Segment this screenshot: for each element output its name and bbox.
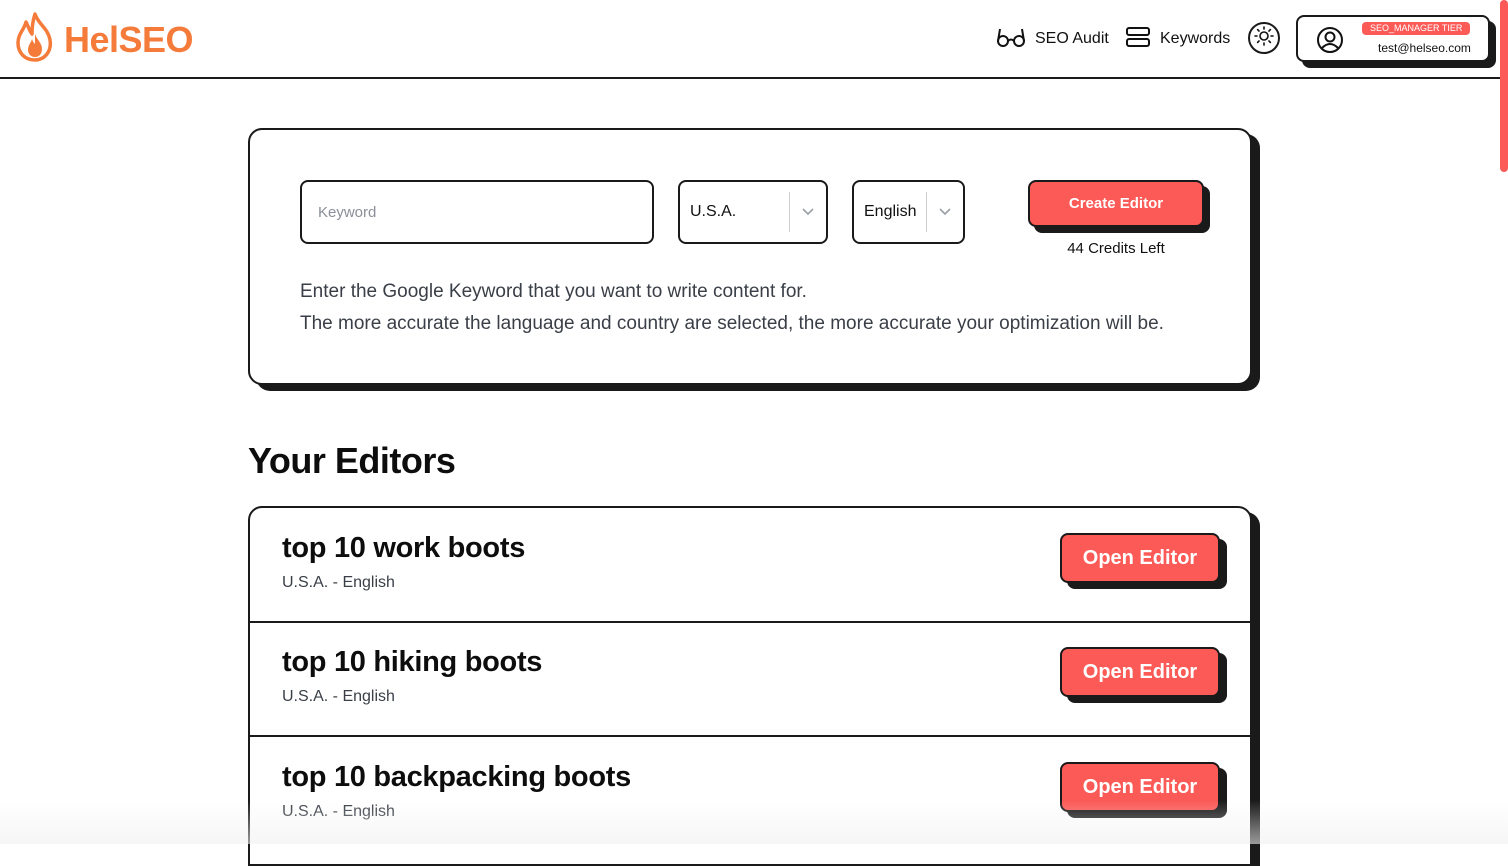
flame-icon: [12, 12, 58, 67]
glasses-icon: [997, 27, 1025, 52]
editor-meta: U.S.A. - English: [282, 803, 395, 820]
chevron-down-icon: [927, 208, 963, 216]
chevron-down-icon: [790, 208, 826, 216]
nav-seo-audit-label: SEO Audit: [1035, 30, 1109, 47]
country-select[interactable]: U.S.A.: [678, 180, 828, 244]
help-line-1: Enter the Google Keyword that you want t…: [300, 281, 807, 302]
keyword-input[interactable]: [300, 180, 654, 244]
nav-keywords-label: Keywords: [1160, 30, 1231, 47]
editor-row: top 10 hiking boots U.S.A. - English Ope…: [250, 622, 1250, 737]
open-editor-button[interactable]: Open Editor: [1060, 762, 1220, 812]
editor-row: top 10 backpacking boots U.S.A. - Englis…: [250, 737, 1250, 852]
sun-icon: [1254, 25, 1274, 51]
open-editor-button[interactable]: Open Editor: [1060, 647, 1220, 697]
logo-text: HelSEO: [64, 18, 194, 60]
help-text: Enter the Google Keyword that you want t…: [300, 276, 1164, 340]
create-editor-card: U.S.A. English Create Editor 44 Credits …: [248, 128, 1252, 385]
logo[interactable]: HelSEO: [12, 12, 194, 67]
top-header: HelSEO SEO Audit Keywords SEO_MANAGER TI…: [0, 0, 1508, 79]
page-scrollbar[interactable]: [1500, 0, 1508, 172]
account-email: test@helseo.com: [1378, 41, 1471, 55]
editor-name: top 10 work boots: [282, 532, 526, 564]
create-editor-button[interactable]: Create Editor: [1028, 180, 1204, 227]
nav-keywords[interactable]: Keywords: [1126, 18, 1230, 60]
country-value: U.S.A.: [690, 203, 737, 220]
language-select[interactable]: English: [852, 180, 965, 244]
list-icon: [1126, 26, 1150, 53]
nav-seo-audit[interactable]: SEO Audit: [997, 18, 1109, 60]
credits-left: 44 Credits Left: [1067, 240, 1165, 257]
user-circle-icon: [1316, 26, 1344, 59]
language-value: English: [864, 203, 917, 220]
editor-name: top 10 hiking boots: [282, 646, 543, 678]
editor-row: top 10 work boots U.S.A. - English Open …: [250, 508, 1250, 623]
your-editors-title: Your Editors: [248, 440, 456, 481]
help-line-2: The more accurate the language and count…: [300, 313, 1164, 334]
editor-meta: U.S.A. - English: [282, 688, 395, 705]
editor-meta: U.S.A. - English: [282, 574, 395, 591]
open-editor-button[interactable]: Open Editor: [1060, 533, 1220, 583]
theme-toggle-button[interactable]: [1248, 22, 1280, 54]
tier-badge: SEO_MANAGER TIER: [1362, 22, 1471, 35]
editors-list: top 10 work boots U.S.A. - English Open …: [248, 506, 1252, 866]
account-menu-button[interactable]: SEO_MANAGER TIER test@helseo.com: [1296, 15, 1490, 62]
editor-name: top 10 backpacking boots: [282, 761, 631, 793]
